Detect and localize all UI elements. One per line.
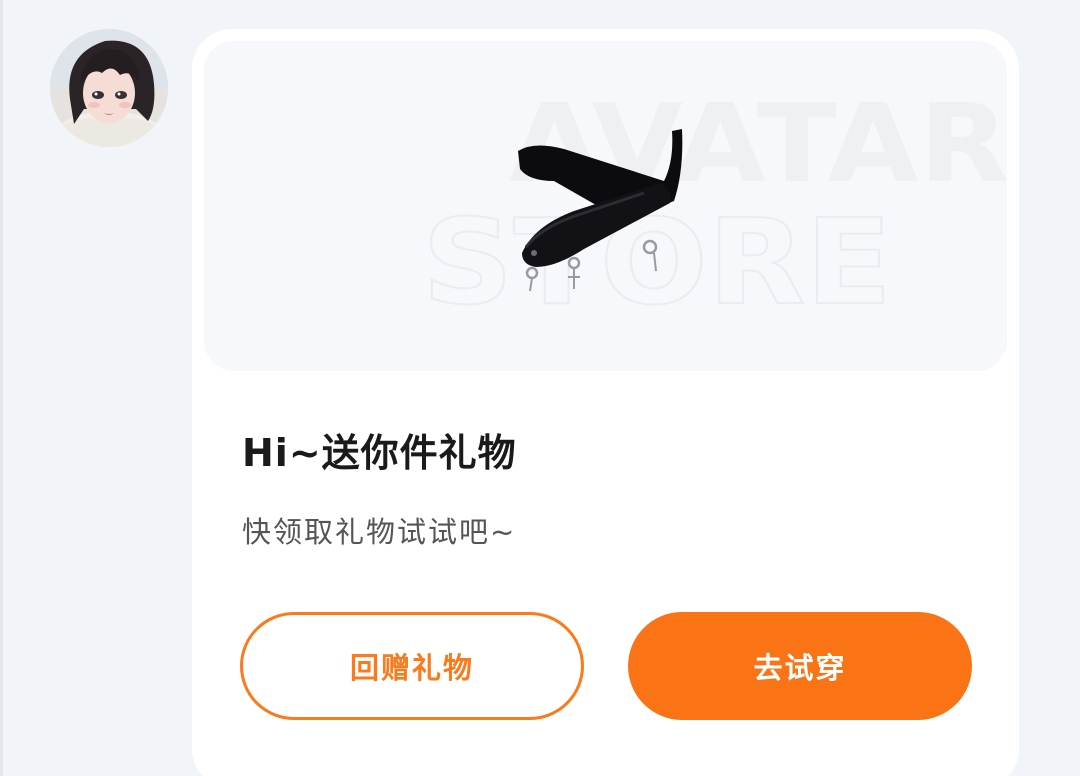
gift-title: Hi~送你件礼物 (242, 431, 517, 475)
try-on-button[interactable]: 去试穿 (628, 612, 972, 720)
try-on-label: 去试穿 (753, 651, 847, 685)
watermark-store: STORE (422, 193, 892, 331)
gift-subtitle: 快领取礼物试试吧~ (242, 515, 517, 549)
sender-avatar[interactable] (50, 29, 168, 147)
return-gift-button[interactable]: 回赠礼物 (240, 612, 584, 720)
gift-preview[interactable]: AVATAR STORE (204, 41, 1007, 371)
screen-edge (0, 0, 3, 776)
gift-message-card[interactable]: AVATAR STORE Hi~送你件礼物 快领取礼物试试吧~ 回赠礼物 去试穿 (192, 29, 1019, 776)
chat-screen: AVATAR STORE Hi~送你件礼物 快领取礼物试试吧~ 回赠礼物 去试穿 (0, 0, 1080, 776)
avatar-portrait (50, 29, 168, 147)
return-gift-label: 回赠礼物 (349, 651, 474, 685)
